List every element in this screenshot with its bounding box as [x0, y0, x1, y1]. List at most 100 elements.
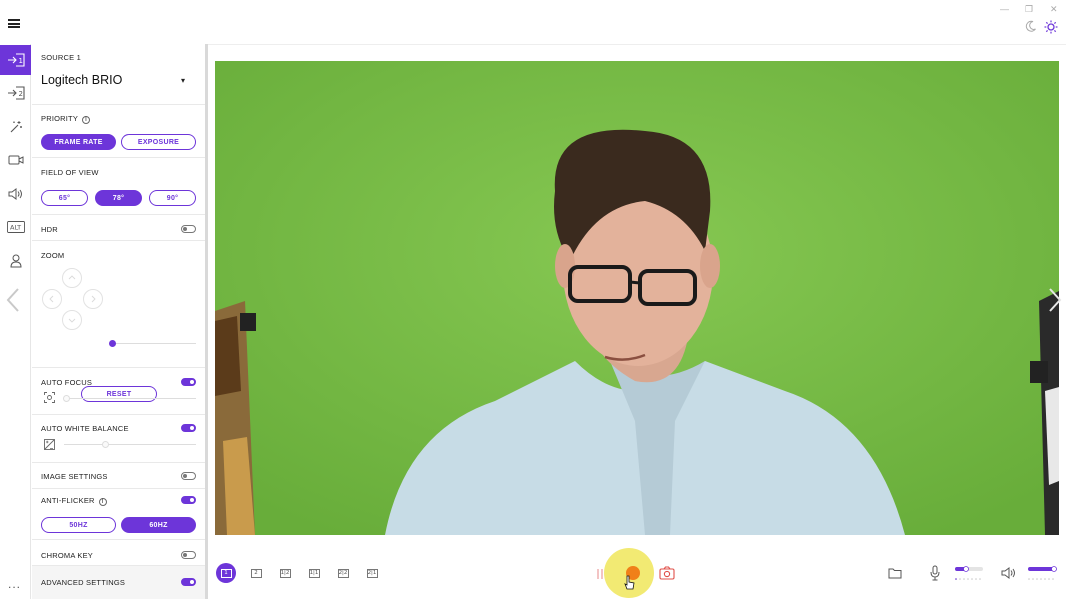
camera-select[interactable]: Logitech BRIO — [41, 73, 122, 87]
pan-dpad[interactable] — [40, 268, 106, 332]
speaker-icon — [8, 188, 22, 200]
svg-text:1: 1 — [18, 57, 22, 65]
restore-button[interactable]: ❐ — [1025, 4, 1033, 15]
svg-text:ALT: ALT — [10, 224, 21, 232]
panel-scrollbar[interactable] — [205, 44, 208, 599]
priority-frame-rate-button[interactable]: FRAME RATE — [41, 134, 116, 150]
hdr-label: HDR — [41, 225, 58, 234]
more-options-icon[interactable]: ... — [8, 577, 21, 591]
auto-focus-label: AUTO FOCUS — [41, 378, 93, 387]
source-1-icon: 1 — [7, 53, 25, 67]
speaker-volume-slider[interactable] — [1027, 565, 1057, 583]
anti-flicker-60hz-button[interactable]: 60HZ — [121, 517, 196, 533]
sidebar-item-camera[interactable] — [0, 145, 31, 175]
sidebar-item-source-1[interactable]: 1 — [0, 45, 31, 75]
advanced-settings-label: ADVANCED SETTINGS — [41, 578, 126, 587]
image-settings-section: IMAGE SETTINGS — [32, 463, 206, 489]
white-balance-toggle[interactable] — [181, 424, 196, 432]
white-balance-slider-knob[interactable] — [102, 441, 109, 448]
priority-label: PRIORITY i — [41, 114, 91, 124]
white-balance-icon — [44, 439, 55, 450]
focus-icon — [44, 392, 55, 403]
priority-section: PRIORITY i FRAME RATE EXPOSURE — [32, 105, 206, 158]
svg-text:2: 2 — [18, 90, 22, 98]
advanced-settings-toggle[interactable] — [181, 578, 196, 586]
layout-single-button[interactable]: 1 — [216, 563, 236, 583]
sidebar-item-audio[interactable] — [0, 179, 31, 209]
next-arrow-icon[interactable] — [1048, 288, 1062, 312]
hamburger-menu-icon[interactable] — [8, 19, 20, 29]
microphone-level-slider[interactable] — [954, 565, 984, 583]
camera-icon — [8, 155, 23, 165]
light-mode-sun-icon[interactable] — [1044, 20, 1058, 34]
hdr-section: HDR — [32, 215, 206, 241]
close-button[interactable]: ✕ — [1050, 4, 1058, 15]
snapshot-camera-icon[interactable] — [659, 566, 675, 580]
info-icon[interactable]: i — [98, 498, 107, 506]
top-bar: — ❐ ✕ — [0, 0, 1066, 44]
layout-source-2-icon: 2 — [250, 568, 262, 578]
folder-icon[interactable] — [888, 567, 902, 579]
anti-flicker-label: ANTI-FLICKER i — [41, 496, 107, 506]
layout-split-icon: 2|2 — [337, 568, 349, 578]
focus-slider-track[interactable] — [64, 398, 196, 399]
anti-flicker-section: ANTI-FLICKER i 50HZ 60HZ — [32, 489, 206, 540]
focus-slider-knob[interactable] — [63, 395, 70, 402]
white-balance-section: AUTO WHITE BALANCE — [32, 415, 206, 463]
mouse-cursor-icon — [624, 575, 635, 590]
auto-focus-toggle[interactable] — [181, 378, 196, 386]
sidebar-item-effects[interactable] — [0, 112, 31, 142]
user-icon — [9, 254, 22, 268]
header-divider — [207, 44, 1066, 45]
layout-pip-icon: 1|1 — [308, 568, 320, 578]
minimize-button[interactable]: — — [1000, 4, 1009, 14]
sidebar-item-alt[interactable]: ALT — [0, 212, 31, 242]
layout-side-by-side-swap-button[interactable]: 2|1 — [362, 563, 382, 583]
anti-flicker-50hz-button[interactable]: 50HZ — [41, 517, 116, 533]
layout-source-2-button[interactable]: 2 — [246, 563, 266, 583]
priority-exposure-button[interactable]: EXPOSURE — [121, 134, 196, 150]
auto-focus-section: AUTO FOCUS — [32, 368, 206, 415]
source-section: SOURCE 1 Logitech BRIO ▾ — [32, 44, 206, 105]
zoom-section: ZOOM RESET — [32, 241, 206, 402]
white-balance-label: AUTO WHITE BALANCE — [41, 424, 129, 433]
fov-65-button[interactable]: 65° — [41, 190, 88, 206]
image-settings-label: IMAGE SETTINGS — [41, 472, 108, 481]
zoom-slider-knob[interactable] — [109, 340, 116, 347]
white-balance-slider-track[interactable] — [64, 444, 196, 445]
speaker-volume-icon[interactable] — [1001, 566, 1017, 580]
layout-split-icon: 2|1 — [366, 568, 378, 578]
webcam-video-frame — [215, 61, 1059, 535]
microphone-icon[interactable] — [929, 565, 941, 581]
layout-pip-1-2-button[interactable]: 1|2 — [275, 563, 295, 583]
layout-pip-1-1-button[interactable]: 1|1 — [304, 563, 324, 583]
layout-pip-icon: 1|2 — [279, 568, 291, 578]
hdr-toggle[interactable] — [181, 225, 196, 233]
camera-preview — [215, 61, 1059, 535]
layout-side-by-side-button[interactable]: 2|2 — [333, 563, 353, 583]
source-label: SOURCE 1 — [41, 53, 81, 62]
sidebar-item-account[interactable] — [0, 246, 31, 276]
info-icon[interactable]: i — [82, 116, 91, 124]
advanced-settings-section: ADVANCED SETTINGS — [32, 566, 206, 599]
dark-mode-moon-icon[interactable] — [1025, 20, 1037, 32]
previous-arrow-icon[interactable] — [6, 288, 20, 312]
settings-panel: SOURCE 1 Logitech BRIO ▾ PRIORITY i FRAME… — [32, 44, 206, 599]
zoom-slider-track[interactable] — [112, 343, 196, 344]
zoom-label: ZOOM — [41, 251, 65, 260]
alt-icon: ALT — [6, 221, 25, 233]
image-settings-toggle[interactable] — [181, 472, 196, 480]
chroma-key-label: CHROMA KEY — [41, 551, 94, 560]
magic-wand-icon — [10, 121, 22, 133]
chevron-down-icon[interactable]: ▾ — [181, 76, 185, 85]
anti-flicker-toggle[interactable] — [181, 496, 196, 504]
layout-single-icon: 1 — [220, 568, 232, 578]
icon-rail: 1 2 ALT — [0, 44, 31, 599]
fov-90-button[interactable]: 90° — [149, 190, 196, 206]
chroma-key-toggle[interactable] — [181, 551, 196, 559]
chroma-key-section: CHROMA KEY — [32, 540, 206, 566]
fov-78-button[interactable]: 78° — [95, 190, 142, 206]
sidebar-item-source-2[interactable]: 2 — [0, 78, 31, 108]
source-2-icon: 2 — [7, 86, 25, 100]
field-of-view-label: FIELD OF VIEW — [41, 168, 99, 177]
